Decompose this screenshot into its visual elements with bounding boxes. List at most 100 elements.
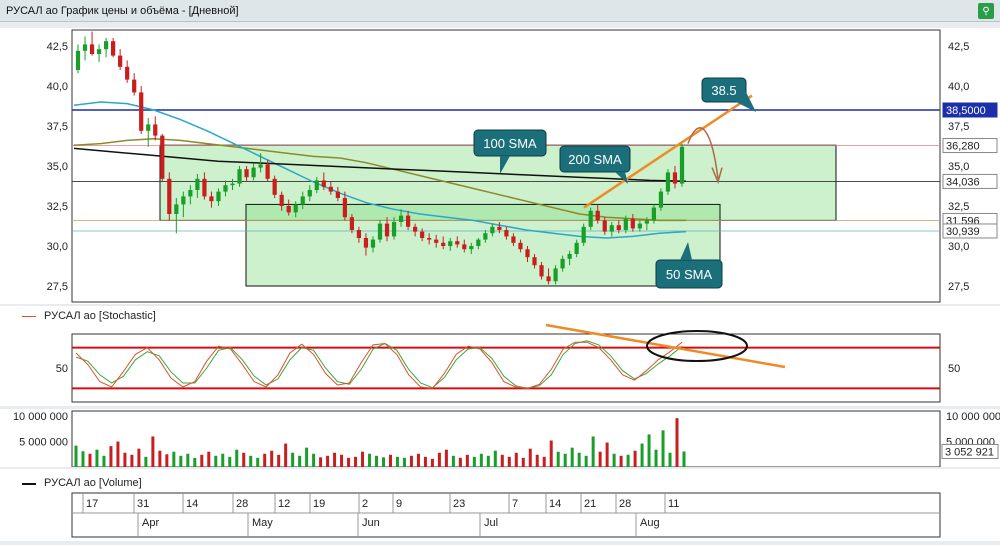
volume-bar <box>423 456 427 467</box>
candle-body <box>160 135 165 179</box>
volume-bar <box>563 453 567 467</box>
volume-bar <box>221 453 225 467</box>
volume-bar <box>123 452 127 467</box>
candle-body <box>188 190 193 197</box>
price-chart[interactable]: 100 SMA 200 SMA 50 SMA 38.5 42,5 40,0 37,5 35,0… <box>0 28 1000 304</box>
candle-body <box>539 265 544 277</box>
volume-bar <box>165 454 169 467</box>
price-badge-text: 36,280 <box>946 141 980 153</box>
stochastic-pane[interactable]: РУСАЛ ао [Stochastic] 50 50 <box>0 306 1000 406</box>
price-tick-right: 40,0 <box>948 81 969 93</box>
volume-bar <box>326 455 330 467</box>
volume-bar <box>347 457 351 467</box>
candle-body <box>637 223 642 229</box>
volume-bar <box>277 454 281 467</box>
candle-body <box>518 242 523 250</box>
volume-bar <box>284 443 288 467</box>
volume-bar <box>242 452 246 467</box>
candle-body <box>455 241 460 245</box>
candle-body <box>560 258 565 269</box>
candle-body <box>665 172 671 192</box>
volume-bar <box>549 440 553 467</box>
candle-body <box>132 79 137 93</box>
volume-bar <box>395 456 399 467</box>
window-title-bar: РУСАЛ ао График цены и объёма - [Дневной… <box>0 0 1000 22</box>
volume-bar <box>354 456 358 467</box>
candle-body <box>370 239 376 248</box>
volume-tick-left: 10 000 000 <box>13 411 68 423</box>
candle-body <box>244 169 249 178</box>
candle-body <box>420 231 425 238</box>
day-label: 14 <box>186 498 198 510</box>
volume-bar <box>619 455 623 467</box>
callout-200-sma-text: 200 SMA <box>568 152 622 167</box>
day-label: 12 <box>278 498 290 510</box>
stochastic-chart[interactable]: 50 50 <box>0 306 1000 406</box>
day-label: 19 <box>313 498 325 510</box>
candle-body <box>609 225 614 232</box>
volume-bar <box>577 452 581 467</box>
volume-bar <box>521 457 525 467</box>
volume-bar <box>200 454 204 467</box>
callout-50-sma-text: 50 SMA <box>666 267 713 282</box>
volume-bar <box>158 450 162 467</box>
month-label: Jun <box>362 517 380 529</box>
volume-bar <box>437 452 441 467</box>
candle-body <box>230 183 235 186</box>
candle-body <box>469 246 474 250</box>
window-title: РУСАЛ ао График цены и объёма - [Дневной… <box>6 4 239 17</box>
candle-body <box>581 226 586 243</box>
volume-bar <box>556 451 560 467</box>
time-axis-pane: РУСАЛ ао [Volume] 17 31 14 28 12 19 2 9 23 7 14 21 2… <box>0 469 1000 541</box>
volume-pane[interactable]: 10 000 000 5 000 000 10 000 000 5 000 000 3 … <box>0 409 1000 467</box>
volume-bar <box>591 436 595 467</box>
volume-bar <box>654 449 658 467</box>
volume-bar <box>375 455 379 467</box>
volume-bar <box>528 448 532 467</box>
day-label: 11 <box>668 498 679 510</box>
volume-bar <box>409 455 413 467</box>
candle-body <box>167 178 172 214</box>
callout-38-5-text: 38.5 <box>711 83 736 98</box>
volume-bar <box>430 458 434 467</box>
candle-body <box>391 222 397 237</box>
candle-body <box>602 220 607 232</box>
time-axis: 17 31 14 28 12 19 2 9 23 7 14 21 28 11 Apr May Jun Jul Aug <box>71 492 941 538</box>
price-badge-text: 34,036 <box>946 176 980 188</box>
volume-bar <box>235 449 239 467</box>
volume-bar <box>116 441 120 467</box>
volume-bar <box>207 451 211 467</box>
pin-icon[interactable]: ⚲ <box>978 3 994 19</box>
volume-bar <box>130 454 134 467</box>
day-label: 2 <box>362 498 368 510</box>
candle-body <box>202 178 207 197</box>
volume-bar <box>388 454 392 467</box>
volume-bar <box>291 452 295 467</box>
callout-100-sma-text: 100 SMA <box>483 136 537 151</box>
volume-bar <box>626 454 630 467</box>
price-tick-right: 32,5 <box>948 201 969 213</box>
candle-body <box>497 226 502 230</box>
candle-body <box>630 218 635 229</box>
volume-bar <box>668 452 672 467</box>
candle-body <box>265 164 270 179</box>
candle-body <box>146 124 151 131</box>
candle-body <box>490 226 495 234</box>
candle-body <box>658 191 664 208</box>
candle-body <box>504 230 509 237</box>
volume-bar <box>479 453 483 467</box>
candle-body <box>679 146 685 184</box>
candle-body <box>307 190 312 197</box>
volume-bar <box>319 457 323 467</box>
candle-body <box>483 233 488 240</box>
volume-bar <box>640 443 644 467</box>
day-label: 31 <box>137 498 149 510</box>
stochastic-tick-left: 50 <box>56 363 68 375</box>
price-pane[interactable]: 100 SMA 200 SMA 50 SMA 38.5 42,5 40,0 37,5 35,0… <box>0 28 1000 304</box>
month-label: Apr <box>142 517 159 529</box>
candle-body <box>300 196 305 205</box>
day-label: 21 <box>584 498 596 510</box>
price-badge-text: 38,5000 <box>946 105 986 117</box>
volume-chart[interactable]: 10 000 0005 000 00010 000 0005 000 0003 … <box>0 409 1000 467</box>
time-axis-frame <box>71 492 941 538</box>
